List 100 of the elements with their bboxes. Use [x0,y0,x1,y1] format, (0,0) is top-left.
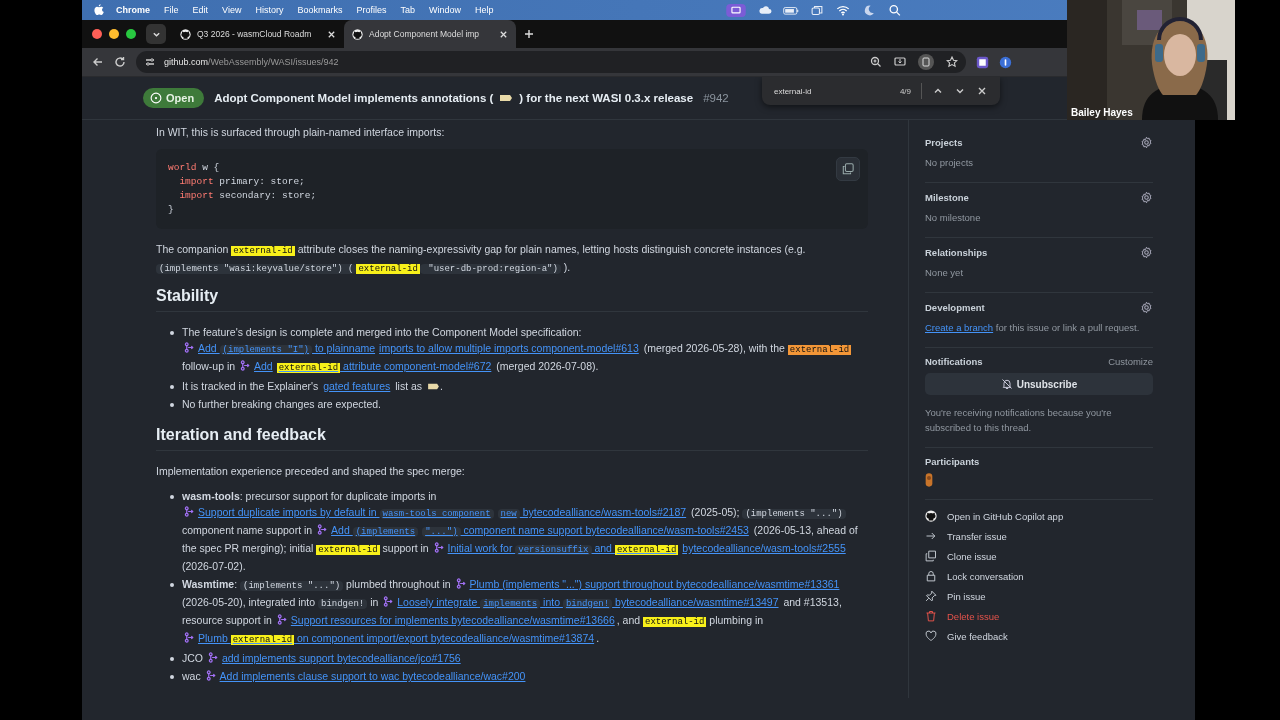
sidebar-action[interactable]: Transfer issue [925,530,1153,542]
pull-request-link[interactable]: Support duplicate imports by default in wasm-tools component [184,506,494,518]
pull-request-link[interactable]: Add implements clause support to wac bytecodealliance/wac#200 [205,670,526,682]
pull-request-link[interactable]: add implements support bytecodealliance/jco#1756 [207,652,461,664]
sidebar-action[interactable]: Clone issue [925,550,1153,562]
new-tab-icon[interactable] [524,29,534,39]
menu-app-name[interactable]: Chrome [116,5,150,15]
close-icon[interactable] [327,29,336,39]
minimize-window-button[interactable] [109,29,119,39]
section-value: No milestone [925,211,982,225]
section-title: Milestone [925,192,969,203]
github-icon [925,510,937,522]
pull-request-link[interactable]: Plumb external-id on component import/export bytecodealliance/wasmtime#13874 [184,632,595,644]
pull-request-icon [184,342,195,353]
find-field[interactable]: external-id [774,86,890,96]
browser-tab[interactable]: Adopt Component Model imp [344,20,516,48]
link[interactable]: gated features [323,380,391,392]
unsubscribe-button[interactable]: Unsubscribe [925,373,1153,395]
menu-item[interactable]: History [255,5,284,15]
copy-button[interactable] [836,157,860,181]
link[interactable]: Create a branch [925,322,994,333]
sidebar-action[interactable]: Give feedback [925,630,1153,642]
settings-icon[interactable] [1140,191,1153,204]
tab-search-button[interactable] [146,24,166,44]
search-match: external-id [230,635,295,645]
list-item: The feature's design is complete and merged into the Component Model specification: Add (implements "I") to plainname imports to allow multiple imports component-model#613 (merged 2026-05-28), with the external-id follow-up in Add external-id attribute component-model#672 (merged 2026-07-08). [182,325,853,375]
search-icon[interactable] [887,3,903,17]
settings-icon[interactable] [1140,301,1153,314]
sidebar-action[interactable]: Open in GitHub Copilot app [925,510,1153,522]
extension-icon[interactable] [976,55,989,69]
menu-item[interactable]: View [222,5,242,15]
search-match: external-id [231,246,295,256]
section-value: Create a branch for this issue or link a pull request. [925,321,1141,335]
pull-request-icon [276,614,288,625]
menu-item[interactable]: Profiles [356,5,387,15]
pull-request-link[interactable]: Add (implements "I") to plainname [184,342,376,354]
link[interactable]: new bytecodealliance/wasm-tools#2187 [497,506,687,518]
pull-request-icon [184,632,195,643]
pull-request-link[interactable]: Initial work for versionsuffix and external-id [433,542,679,554]
label-icon [427,382,440,391]
menu-item[interactable]: Tab [400,5,415,15]
code-line: import primary: store; [178,175,305,189]
section-value: No projects [925,156,975,170]
menu-item[interactable]: Edit [192,5,209,15]
section-heading: Stability [156,287,868,312]
section-title: Relationships [925,247,988,258]
code-line: } [168,203,174,217]
settings-icon[interactable] [1140,136,1153,149]
close-icon[interactable] [976,85,988,97]
search-match: external-id [614,545,679,555]
bullet-icon [170,403,174,407]
customize-link[interactable]: Customize [1108,356,1153,367]
bell-off-icon [1000,378,1013,390]
link[interactable]: "...") component name support bytecodealliance/wasm-tools#2453 [422,524,749,536]
zoom-icon[interactable] [870,56,882,68]
menu-item[interactable]: File [164,5,179,15]
search-match: external-id [276,363,341,373]
close-icon[interactable] [499,29,508,39]
bullet-icon [170,657,174,661]
link[interactable]: external-id attribute component-model#672 [276,360,492,372]
back-icon[interactable] [92,56,104,68]
address-field[interactable]: github.com/WebAssembly/WASI/issues/942 [136,51,966,73]
star-icon[interactable] [946,56,958,68]
zoom-window-button[interactable] [126,29,136,39]
reader-icon[interactable] [918,54,934,70]
password-manager-icon[interactable] [999,55,1012,69]
screen-share-icon[interactable] [725,3,747,17]
menu-item[interactable]: Window [428,5,461,15]
paragraph: Implementation experience preceded and shaped the spec merge: [156,464,466,479]
install-icon[interactable] [894,56,906,68]
section-title: Development [925,302,985,313]
windows-icon[interactable] [809,3,825,17]
link[interactable]: imports to allow multiple imports component-model#613 [379,342,639,354]
sidebar-action[interactable]: Lock conversation [925,570,1153,582]
pull-request-link[interactable]: Loosely integrate implements into bindgen! bytecodealliance/wasmtime#13497 [383,596,779,608]
wifi-icon[interactable] [835,3,851,17]
sidebar-action[interactable]: Delete issue [925,610,1153,622]
cloud-icon[interactable] [757,3,773,17]
browser-tab[interactable]: Q3 2026 - wasmCloud Roadm [172,20,344,48]
pull-request-link[interactable]: Plumb (implements "...") support throughout bytecodealliance/wasmtime#13361 [455,578,840,590]
issue-open-icon [150,92,162,104]
tab-title: Q3 2026 - wasmCloud Roadm [197,29,313,39]
pull-request-link[interactable]: Support resources for implements bytecodealliance/wasmtime#13666 [276,614,615,626]
settings-icon[interactable] [1140,246,1153,259]
code-line: import secondary: store; [178,189,317,203]
sidebar-action[interactable]: Pin issue [925,590,1153,602]
pull-request-link[interactable]: Add [240,360,273,372]
menu-item[interactable]: Bookmarks [297,5,343,15]
section-title: Participants [925,456,980,467]
notification-note: You're receiving notifications because you're subscribed to this thread. [925,406,1113,435]
link[interactable]: bytecodealliance/wasm-tools#2555 [682,542,846,554]
apple-icon[interactable] [94,4,104,16]
close-window-button[interactable] [92,29,102,39]
copy-icon [842,163,854,175]
avatar[interactable] [925,473,933,487]
reload-icon[interactable] [114,56,126,68]
menu-item[interactable]: Help [475,5,494,15]
bullet-icon [170,583,174,587]
arrow-icon [925,530,937,542]
pull-request-icon [433,542,445,553]
